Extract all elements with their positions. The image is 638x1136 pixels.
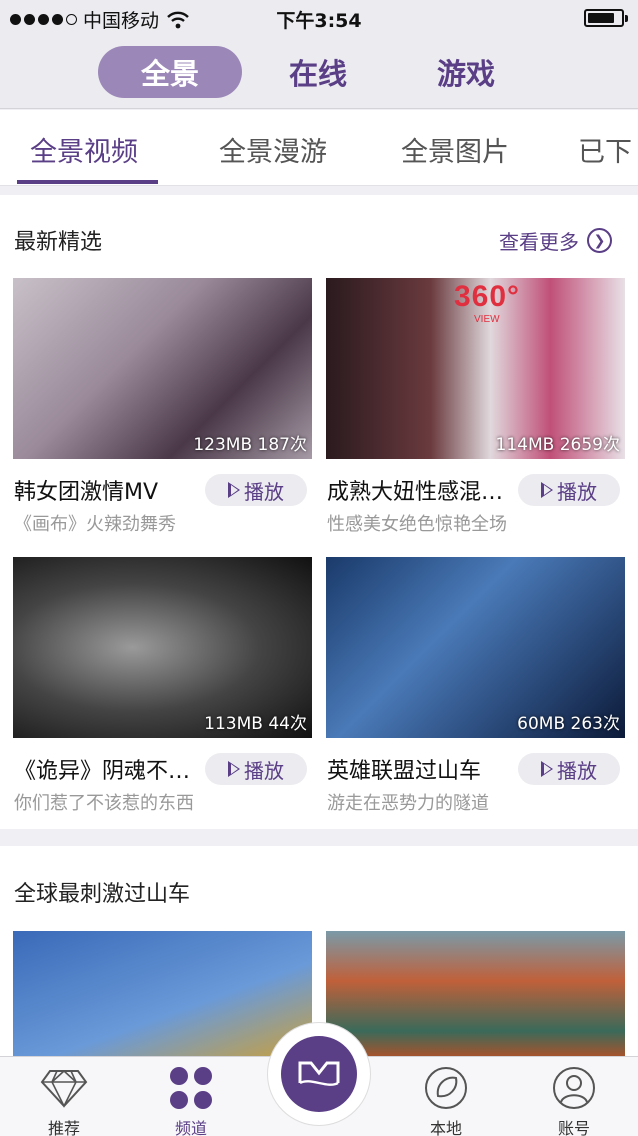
four-dots-icon <box>170 1067 212 1109</box>
tab-active-indicator <box>17 180 158 184</box>
play-button[interactable]: 播放 <box>205 474 307 506</box>
tab-label: 本地 <box>429 1119 462 1136</box>
sub-tabs: 全景视频 全景漫游 全景图片 已下 <box>0 110 638 186</box>
tab-panorama-tour[interactable]: 全景漫游 <box>219 130 327 169</box>
video-card[interactable]: 123MB 187次 韩女团激情MV 播放 《画布》火辣劲舞秀 <box>13 278 312 535</box>
tab-panorama-images[interactable]: 全景图片 <box>401 130 509 169</box>
play-label: 播放 <box>557 479 597 504</box>
play-icon <box>228 761 240 777</box>
tab-label: 频道 <box>174 1119 207 1136</box>
status-time: 下午3:54 <box>276 10 362 32</box>
play-label: 播放 <box>557 758 597 783</box>
video-thumbnail[interactable]: 123MB 187次 <box>13 278 312 459</box>
video-title: 《诡异》阴魂不… <box>14 759 191 784</box>
center-home-button[interactable] <box>267 1022 371 1126</box>
play-button[interactable]: 播放 <box>205 753 307 785</box>
status-bar: 中国移动 下午3:54 <box>0 0 638 36</box>
video-thumbnail[interactable] <box>13 931 312 1056</box>
video-desc: 你们惹了不该惹的东西 <box>14 793 194 814</box>
tab-panorama-video[interactable]: 全景视频 <box>30 130 138 169</box>
tab-local[interactable]: 本地 <box>401 1067 491 1136</box>
video-meta: 113MB 44次 <box>204 714 307 734</box>
tab-recommend[interactable]: 推荐 <box>19 1067 109 1136</box>
section-title: 全球最刺激过山车 <box>14 882 191 907</box>
segment-games[interactable]: 游戏 <box>394 46 538 98</box>
video-title: 成熟大妞性感混… <box>327 480 504 505</box>
video-desc: 游走在恶势力的隧道 <box>327 793 489 814</box>
video-desc: 《画布》火辣劲舞秀 <box>14 514 176 535</box>
video-thumbnail[interactable] <box>326 931 625 1056</box>
video-meta: 114MB 2659次 <box>495 435 620 455</box>
section-latest: 最新精选 查看更多 ❯ 123MB 187次 韩女团激情MV 播放 《画布》火辣… <box>0 195 638 829</box>
section-title: 最新精选 <box>14 230 103 255</box>
tab-downloaded[interactable]: 已下 <box>578 130 632 169</box>
tab-channels[interactable]: 频道 <box>146 1067 236 1136</box>
video-thumbnail[interactable]: 360° VIEW 114MB 2659次 <box>326 278 625 459</box>
see-more-label: 查看更多 <box>499 230 579 254</box>
segment-panorama[interactable]: 全景 <box>98 46 242 98</box>
video-card[interactable]: 360° VIEW 114MB 2659次 成熟大妞性感混… 播放 性感美女绝色… <box>326 278 625 535</box>
battery-icon <box>584 9 628 27</box>
top-nav: 全景 在线 游戏 <box>0 36 638 109</box>
tab-label: 推荐 <box>47 1119 80 1136</box>
diamond-icon <box>40 1067 88 1109</box>
play-icon <box>541 761 553 777</box>
360-badge: 360° <box>454 280 521 313</box>
chevron-right-icon: ❯ <box>587 228 612 253</box>
video-title: 韩女团激情MV <box>14 480 159 505</box>
video-thumbnail[interactable]: 60MB 263次 <box>326 557 625 738</box>
video-card[interactable]: 113MB 44次 《诡异》阴魂不… 播放 你们惹了不该惹的东西 <box>13 557 312 814</box>
play-button[interactable]: 播放 <box>518 753 620 785</box>
360-badge-sub: VIEW <box>474 314 500 325</box>
tab-label: 账号 <box>557 1119 590 1136</box>
video-desc: 性感美女绝色惊艳全场 <box>327 514 507 535</box>
user-icon <box>552 1067 596 1109</box>
video-meta: 123MB 187次 <box>193 435 307 455</box>
play-label: 播放 <box>244 758 284 783</box>
see-more-link[interactable]: 查看更多 ❯ <box>499 226 612 255</box>
video-title: 英雄联盟过山车 <box>327 759 482 784</box>
segment-online[interactable]: 在线 <box>246 46 390 98</box>
play-button[interactable]: 播放 <box>518 474 620 506</box>
play-icon <box>228 482 240 498</box>
play-icon <box>541 482 553 498</box>
video-thumbnail[interactable]: 113MB 44次 <box>13 557 312 738</box>
local-icon <box>424 1067 468 1109</box>
tab-account[interactable]: 账号 <box>529 1067 619 1136</box>
video-card[interactable]: 60MB 263次 英雄联盟过山车 播放 游走在恶势力的隧道 <box>326 557 625 814</box>
video-meta: 60MB 263次 <box>517 714 620 734</box>
play-label: 播放 <box>244 479 284 504</box>
brand-logo-icon <box>281 1036 357 1112</box>
